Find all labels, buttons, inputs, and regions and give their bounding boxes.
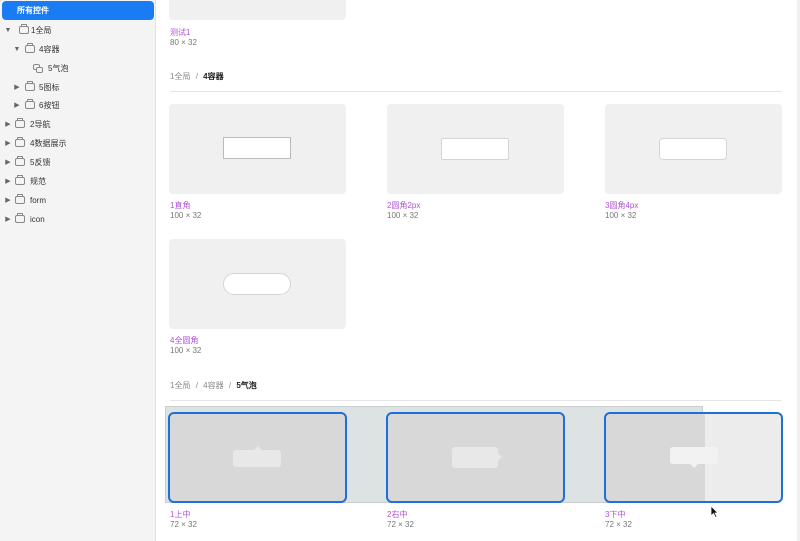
component-thumbnail[interactable] xyxy=(605,104,782,194)
bubble-preview-right-center xyxy=(452,447,498,468)
tree-item-label: 5气泡 xyxy=(48,64,69,73)
component-name[interactable]: 1上中 xyxy=(170,509,190,520)
folder-icon xyxy=(15,175,25,185)
bubble-preview-bottom-center xyxy=(670,447,718,464)
component-name[interactable]: 1直角 xyxy=(170,200,190,211)
bubble-arrow xyxy=(498,453,502,461)
bubble-arrow xyxy=(254,446,262,450)
breadcrumb-item[interactable]: 1全局 xyxy=(170,381,190,390)
breadcrumb: 1全局 / 4容器 xyxy=(170,71,224,82)
breadcrumb-separator: / xyxy=(228,381,232,390)
component-size: 72 × 32 xyxy=(387,520,414,529)
bubble-component-icon xyxy=(33,64,44,73)
bubble-arrow xyxy=(690,464,698,468)
mouse-cursor-icon xyxy=(710,505,719,518)
divider xyxy=(170,91,782,92)
chevron-right-icon[interactable]: ▶ xyxy=(4,116,12,134)
chevron-right-icon[interactable]: ▶ xyxy=(13,79,21,97)
chevron-down-icon[interactable]: ▼ xyxy=(13,41,21,59)
chevron-right-icon[interactable]: ▶ xyxy=(4,173,12,191)
tree-item-icons[interactable]: ▶ 5图标 xyxy=(0,79,156,97)
container-preview-square xyxy=(223,137,291,159)
component-thumbnail-selected[interactable] xyxy=(168,412,347,503)
component-name[interactable]: 2圆角2px xyxy=(387,200,420,211)
component-name[interactable]: 4全圆角 xyxy=(170,335,198,346)
tree-item-buttons[interactable]: ▶ 6按钮 xyxy=(0,97,156,115)
container-preview-radius-2 xyxy=(441,138,509,160)
tree-item-label: form xyxy=(30,196,46,205)
component-name[interactable]: 测试1 xyxy=(170,27,190,38)
tree-item-form[interactable]: ▶ form xyxy=(0,192,156,210)
folder-icon xyxy=(25,81,35,91)
chevron-right-icon[interactable]: ▶ xyxy=(13,97,21,115)
chevron-right-icon[interactable]: ▶ xyxy=(4,192,12,210)
breadcrumb: 1全局 / 4容器 / 5气泡 xyxy=(170,380,257,391)
component-size: 100 × 32 xyxy=(170,211,202,220)
tree-item-label: 4容器 xyxy=(39,45,60,54)
component-name[interactable]: 2右中 xyxy=(387,509,407,520)
component-name[interactable]: 3圆角4px xyxy=(605,200,638,211)
folder-icon xyxy=(15,118,25,128)
sidebar: 所有控件 ▼ 1全局 ▼ 4容器 5气泡 ▶ 5图标 ▶ 6按钮 ▶ 2导航 ▶… xyxy=(0,0,156,541)
component-size: 72 × 32 xyxy=(170,520,197,529)
component-name[interactable]: 3下中 xyxy=(605,509,625,520)
breadcrumb-item[interactable]: 4容器 xyxy=(203,381,223,390)
breadcrumb-current: 5气泡 xyxy=(236,381,257,390)
tree-item-bubble[interactable]: 5气泡 xyxy=(0,60,156,78)
tree-item-feedback[interactable]: ▶ 5反馈 xyxy=(0,154,156,172)
breadcrumb-separator: / xyxy=(195,72,198,81)
tree-item-container[interactable]: ▼ 4容器 xyxy=(0,41,156,59)
chevron-down-icon[interactable]: ▼ xyxy=(4,22,12,40)
component-size: 80 × 32 xyxy=(170,38,197,47)
tree-item-label: 6按钮 xyxy=(39,101,60,110)
component-thumbnail[interactable] xyxy=(387,104,564,194)
tree-item-label: 规范 xyxy=(30,177,46,186)
all-controls-button[interactable]: 所有控件 xyxy=(2,1,154,20)
breadcrumb-separator: / xyxy=(195,381,198,390)
folder-icon xyxy=(19,24,29,34)
component-size: 100 × 32 xyxy=(170,346,202,355)
component-size: 72 × 32 xyxy=(605,520,632,529)
folder-icon xyxy=(15,213,25,223)
component-thumbnail-selected[interactable] xyxy=(604,412,783,503)
tree-item-label: icon xyxy=(30,215,45,224)
component-size: 100 × 32 xyxy=(387,211,419,220)
tree-item-icon[interactable]: ▶ icon xyxy=(0,211,156,229)
tree-item-global[interactable]: ▼ 1全局 xyxy=(0,22,156,40)
component-thumbnail[interactable] xyxy=(169,104,346,194)
chevron-right-icon[interactable]: ▶ xyxy=(4,154,12,172)
tree-item-spec[interactable]: ▶ 规范 xyxy=(0,173,156,191)
breadcrumb-item[interactable]: 1全局 xyxy=(170,72,190,81)
divider xyxy=(170,400,782,401)
breadcrumb-current: 4容器 xyxy=(203,72,224,81)
tree-item-label: 1全局 xyxy=(31,26,52,35)
folder-icon xyxy=(15,137,25,147)
folder-icon xyxy=(25,99,35,109)
folder-icon xyxy=(15,156,25,166)
container-preview-radius-4 xyxy=(659,138,727,160)
component-thumbnail[interactable] xyxy=(169,239,346,329)
container-preview-full-round xyxy=(223,273,291,295)
tree-item-data-display[interactable]: ▶ 4数据展示 xyxy=(0,135,156,153)
tree-item-label: 5反馈 xyxy=(30,158,51,167)
component-size: 100 × 32 xyxy=(605,211,637,220)
folder-icon xyxy=(15,194,25,204)
tree-item-navigation[interactable]: ▶ 2导航 xyxy=(0,116,156,134)
component-thumbnail-selected[interactable] xyxy=(386,412,565,503)
chevron-right-icon[interactable]: ▶ xyxy=(4,135,12,153)
component-thumbnail[interactable] xyxy=(169,0,346,20)
folder-icon xyxy=(25,43,35,53)
chevron-right-icon[interactable]: ▶ xyxy=(4,211,12,229)
tree-item-label: 5图标 xyxy=(39,83,60,92)
bubble-preview-top-center xyxy=(233,450,281,467)
tree-item-label: 4数据展示 xyxy=(30,139,67,148)
tree-item-label: 2导航 xyxy=(30,120,51,129)
